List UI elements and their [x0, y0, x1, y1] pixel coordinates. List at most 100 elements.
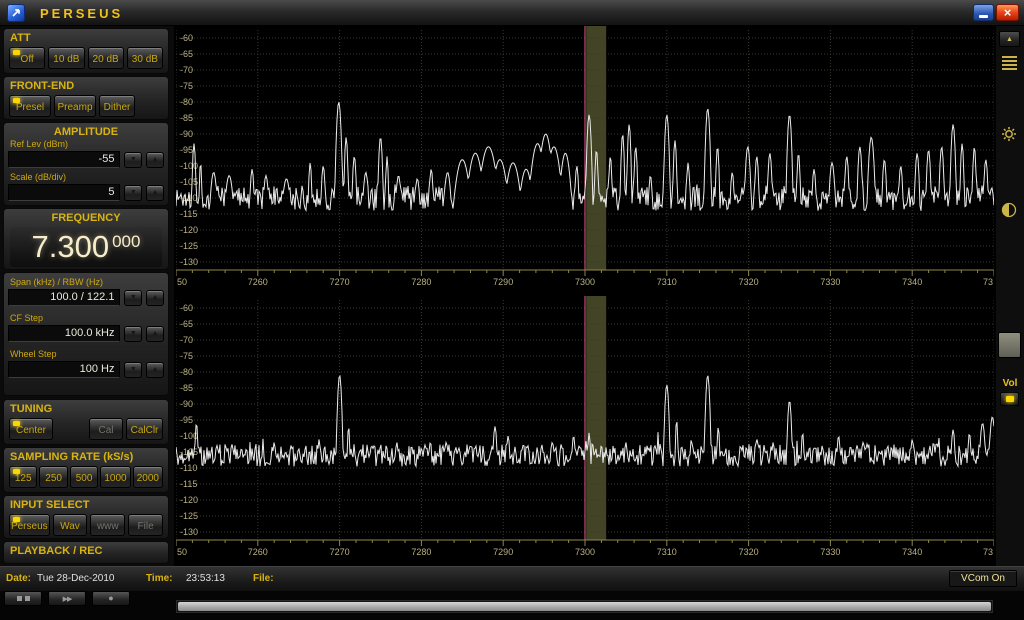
- svg-text:7260: 7260: [248, 277, 268, 287]
- svg-text:-125: -125: [180, 241, 198, 251]
- scroll-up-button[interactable]: ▲: [999, 31, 1020, 47]
- vol-button[interactable]: [1000, 392, 1019, 406]
- frequency-sub-digits: 000: [112, 232, 140, 251]
- main-spectrum[interactable]: 5072607270728072907300731073207330734073…: [176, 26, 994, 296]
- scale-down-button[interactable]: ▼: [124, 185, 142, 201]
- arrow-icon: [10, 7, 22, 19]
- ref-level-up-button[interactable]: ▲: [146, 152, 164, 168]
- span-up-button[interactable]: ▲: [146, 290, 164, 306]
- scale-up-button[interactable]: ▲: [146, 185, 164, 201]
- led-indicator: [13, 517, 20, 522]
- ref-level-field[interactable]: -55: [8, 151, 120, 168]
- span-down-button[interactable]: ▼: [124, 290, 142, 306]
- horizontal-scrollbar[interactable]: [176, 600, 993, 613]
- cf-step-up-button[interactable]: ▲: [146, 326, 164, 342]
- att-10db-button[interactable]: 10 dB: [48, 47, 84, 69]
- svg-text:-80: -80: [180, 367, 193, 377]
- svg-text:7310: 7310: [657, 277, 677, 287]
- center-button[interactable]: Center: [9, 418, 53, 440]
- svg-text:-70: -70: [180, 335, 193, 345]
- svg-text:-75: -75: [180, 351, 193, 361]
- tuning-label: TUNING: [4, 400, 168, 416]
- cf-step-down-button[interactable]: ▼: [124, 326, 142, 342]
- sampling-rate-panel: SAMPLING RATE (kS/s) 125 250 500 1000 20…: [3, 447, 169, 493]
- led-indicator: [13, 98, 20, 103]
- svg-text:-80: -80: [180, 97, 193, 107]
- svg-text:7280: 7280: [411, 547, 431, 557]
- svg-text:-110: -110: [180, 463, 197, 473]
- input-www-button[interactable]: www: [90, 514, 125, 536]
- rate-250-button[interactable]: 250: [39, 466, 67, 488]
- svg-text:7310: 7310: [657, 547, 677, 557]
- front-end-label: FRONT-END: [4, 77, 168, 93]
- att-off-button[interactable]: Off: [9, 47, 45, 69]
- vcom-status: VCom On: [949, 570, 1017, 587]
- svg-text:-65: -65: [180, 319, 193, 329]
- transport-controls: ▶▶ ●: [4, 591, 130, 606]
- att-panel: ATT Off 10 dB 20 dB 30 dB: [3, 28, 169, 74]
- span-field[interactable]: 100.0 / 122.1: [8, 289, 120, 306]
- input-wav-button[interactable]: Wav: [53, 514, 88, 536]
- rate-500-button[interactable]: 500: [70, 466, 98, 488]
- play-button[interactable]: ▶▶: [48, 591, 86, 606]
- contrast-icon[interactable]: [1001, 202, 1017, 223]
- rate-1000-button[interactable]: 1000: [100, 466, 130, 488]
- cf-step-field[interactable]: 100.0 kHz: [8, 325, 120, 342]
- frequency-label: FREQUENCY: [4, 209, 168, 225]
- frequency-main-digits: 7.300: [32, 229, 110, 264]
- svg-text:7270: 7270: [330, 277, 350, 287]
- palette-icon[interactable]: [1002, 54, 1017, 72]
- blank-button[interactable]: [998, 332, 1021, 358]
- input-file-button[interactable]: File: [128, 514, 163, 536]
- att-30db-button[interactable]: 30 dB: [127, 47, 163, 69]
- wheel-step-label: Wheel Step: [4, 345, 168, 360]
- led-indicator: [13, 421, 20, 426]
- svg-text:-75: -75: [180, 81, 193, 91]
- span-label: Span (kHz) / RBW (Hz): [4, 273, 168, 288]
- minimize-button[interactable]: [973, 4, 994, 21]
- secondary-spectrum[interactable]: 5072607270728072907300731073207330734073…: [176, 296, 994, 566]
- svg-text:7260: 7260: [248, 547, 268, 557]
- svg-text:-90: -90: [180, 399, 193, 409]
- svg-text:-70: -70: [180, 65, 193, 75]
- stop-icon: [17, 596, 22, 601]
- cal-button[interactable]: Cal: [89, 418, 123, 440]
- svg-text:73: 73: [983, 277, 993, 287]
- statusbar: Date: Tue 28-Dec-2010 Time: 23:53:13 Fil…: [0, 566, 1024, 591]
- front-end-panel: FRONT-END Presel Preamp Dither: [3, 76, 169, 120]
- svg-text:7300: 7300: [575, 277, 595, 287]
- preamp-button[interactable]: Preamp: [54, 95, 96, 117]
- svg-text:-95: -95: [180, 145, 193, 155]
- wheel-step-up-button[interactable]: ▲: [146, 362, 164, 378]
- ref-level-down-button[interactable]: ▼: [124, 152, 142, 168]
- stop-icon: [25, 596, 30, 601]
- scale-field[interactable]: 5: [8, 184, 120, 201]
- att-20db-button[interactable]: 20 dB: [88, 47, 124, 69]
- dither-button[interactable]: Dither: [99, 95, 135, 117]
- svg-text:-60: -60: [180, 303, 193, 313]
- app-icon[interactable]: [7, 4, 25, 22]
- svg-text:7330: 7330: [820, 547, 840, 557]
- presel-button[interactable]: Presel: [9, 95, 51, 117]
- file-label: File:: [253, 573, 274, 584]
- svg-text:73: 73: [983, 547, 993, 557]
- wheel-step-down-button[interactable]: ▼: [124, 362, 142, 378]
- vol-label: Vol: [996, 378, 1024, 389]
- rate-2000-button[interactable]: 2000: [133, 466, 163, 488]
- input-select-label: INPUT SELECT: [4, 496, 168, 512]
- brightness-gear-icon[interactable]: [1001, 126, 1017, 147]
- svg-text:7320: 7320: [739, 547, 759, 557]
- input-perseus-button[interactable]: Perseus: [9, 514, 50, 536]
- calclr-button[interactable]: CalClr: [126, 418, 163, 440]
- rate-125-button[interactable]: 125: [9, 466, 37, 488]
- scrollbar-thumb[interactable]: [178, 602, 991, 611]
- wheel-step-field[interactable]: 100 Hz: [8, 361, 120, 378]
- record-button[interactable]: ●: [92, 591, 130, 606]
- window-title: PERSEUS: [40, 6, 123, 21]
- playback-panel: PLAYBACK / REC: [3, 541, 169, 564]
- close-button[interactable]: ×: [996, 4, 1019, 21]
- svg-text:7290: 7290: [493, 547, 513, 557]
- svg-text:7300: 7300: [575, 547, 595, 557]
- stop-button[interactable]: [4, 591, 42, 606]
- frequency-display[interactable]: 7.300000: [10, 227, 162, 267]
